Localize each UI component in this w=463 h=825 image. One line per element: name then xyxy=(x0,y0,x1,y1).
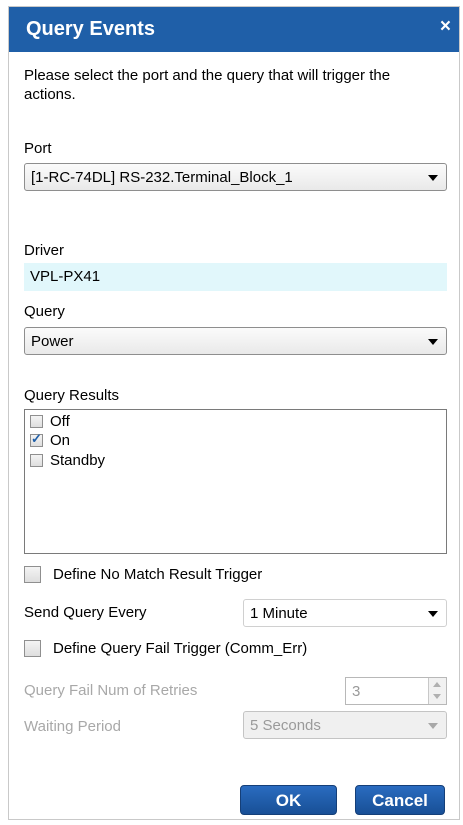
query-dropdown[interactable]: Power xyxy=(24,327,447,355)
query-events-dialog: Query Events × Please select the port an… xyxy=(8,6,460,820)
retries-stepper[interactable]: 3 xyxy=(345,677,447,705)
port-value: [1-RC-74DL] RS-232.Terminal_Block_1 xyxy=(31,169,293,186)
chevron-up-icon[interactable] xyxy=(433,682,441,687)
waiting-period-value: 5 Seconds xyxy=(250,717,321,734)
no-match-checkbox[interactable] xyxy=(24,566,41,583)
query-results-label: Query Results xyxy=(24,387,120,404)
chevron-down-icon xyxy=(428,611,438,617)
checkbox[interactable] xyxy=(30,415,43,428)
stepper-buttons[interactable] xyxy=(428,678,446,704)
chevron-down-icon xyxy=(428,175,438,181)
chevron-down-icon xyxy=(428,723,438,729)
instruction-text: Please select the port and the query tha… xyxy=(24,67,391,103)
retries-label: Query Fail Num of Retries xyxy=(24,682,198,699)
close-icon[interactable]: × xyxy=(440,16,451,38)
driver-value: VPL-PX41 xyxy=(30,268,101,285)
dialog-title: Query Events xyxy=(26,18,155,40)
send-query-value: 1 Minute xyxy=(250,605,308,622)
send-query-label: Send Query Every xyxy=(24,604,147,621)
no-match-trigger-row[interactable]: Define No Match Result Trigger xyxy=(24,566,444,586)
driver-field: VPL-PX41 xyxy=(24,263,447,291)
query-value: Power xyxy=(31,333,74,350)
list-item-label: On xyxy=(50,432,71,449)
query-results-list: Off On Standby xyxy=(24,409,447,554)
dialog-titlebar: Query Events × xyxy=(9,7,459,52)
checkbox[interactable] xyxy=(30,454,43,467)
list-item-label: Off xyxy=(50,413,70,430)
port-dropdown[interactable]: [1-RC-74DL] RS-232.Terminal_Block_1 xyxy=(24,163,447,191)
list-item-label: Standby xyxy=(50,452,106,469)
query-fail-trigger-row[interactable]: Define Query Fail Trigger (Comm_Err) xyxy=(24,640,444,660)
query-label: Query xyxy=(24,303,65,320)
ok-button[interactable]: OK xyxy=(240,785,337,815)
driver-label: Driver xyxy=(24,242,64,259)
port-label: Port xyxy=(24,140,52,157)
waiting-period-label: Waiting Period xyxy=(24,718,121,735)
chevron-down-icon xyxy=(428,339,438,345)
no-match-label: Define No Match Result Trigger xyxy=(53,566,263,583)
cancel-button[interactable]: Cancel xyxy=(355,785,445,815)
chevron-down-icon[interactable] xyxy=(433,694,441,699)
query-fail-checkbox[interactable] xyxy=(24,640,41,657)
waiting-period-dropdown[interactable]: 5 Seconds xyxy=(243,711,447,739)
query-fail-label: Define Query Fail Trigger (Comm_Err) xyxy=(53,640,308,657)
checkbox[interactable] xyxy=(30,431,43,447)
retries-value: 3 xyxy=(352,683,361,700)
send-query-dropdown[interactable]: 1 Minute xyxy=(243,599,447,627)
